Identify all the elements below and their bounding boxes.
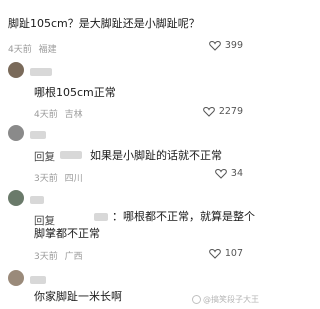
mention-blurred <box>60 151 82 159</box>
heart-icon <box>209 40 221 51</box>
reply-label: 回复 <box>34 215 55 227</box>
heart-icon <box>202 106 215 117</box>
reply-label: 回复 <box>34 151 55 163</box>
like-button[interactable]: 399 <box>209 40 243 51</box>
watermark-text: @搞笑段子大王 <box>203 295 259 304</box>
comment-meta: 4天前 福建 <box>8 42 61 55</box>
watermark: @搞笑段子大王 <box>192 294 259 305</box>
comment-text: 如果是小脚趾的话就不正常 <box>90 149 222 162</box>
comment-location: 福建 <box>38 45 57 55</box>
username-blurred <box>30 196 44 204</box>
username-blurred <box>30 68 52 76</box>
like-count: 399 <box>224 40 243 51</box>
avatar[interactable] <box>8 125 24 141</box>
weibo-icon <box>192 295 201 304</box>
like-button[interactable]: 34 <box>215 168 243 179</box>
like-count: 2279 <box>218 106 243 117</box>
comment-location: 吉林 <box>64 110 83 120</box>
comment-time: 4天前 <box>8 45 32 55</box>
comment-text-line1: ：哪根都不正常，就算是整个 <box>112 210 255 223</box>
comment-meta: 4天前 吉林 <box>34 107 87 120</box>
avatar[interactable] <box>8 190 24 206</box>
like-count: 107 <box>224 248 243 259</box>
comment-time: 4天前 <box>34 110 58 120</box>
comment-time: 3天前 <box>34 174 58 184</box>
heart-icon <box>209 248 221 259</box>
mention-blurred <box>94 213 108 221</box>
like-button[interactable]: 107 <box>209 248 243 259</box>
comment-location: 广西 <box>64 252 83 262</box>
comment-text: 哪根105cm正常 <box>34 86 116 99</box>
like-button[interactable]: 2279 <box>202 106 243 117</box>
username-blurred <box>30 276 46 284</box>
comment-text-line2: 脚掌都不正常 <box>34 227 100 240</box>
comment-text: 脚趾105cm？是大脚趾还是小脚趾呢？ <box>8 17 200 30</box>
comment-meta: 3天前 四川 <box>34 171 87 184</box>
comment-location: 四川 <box>64 174 83 184</box>
comment-text: 你家脚趾一米长啊 <box>34 290 122 303</box>
username-blurred <box>30 131 46 139</box>
comment-meta: 3天前 广西 <box>34 249 87 262</box>
avatar[interactable] <box>8 62 24 78</box>
heart-icon <box>215 168 227 179</box>
avatar[interactable] <box>8 270 24 286</box>
comment-time: 3天前 <box>34 252 58 262</box>
like-count: 34 <box>230 168 243 179</box>
